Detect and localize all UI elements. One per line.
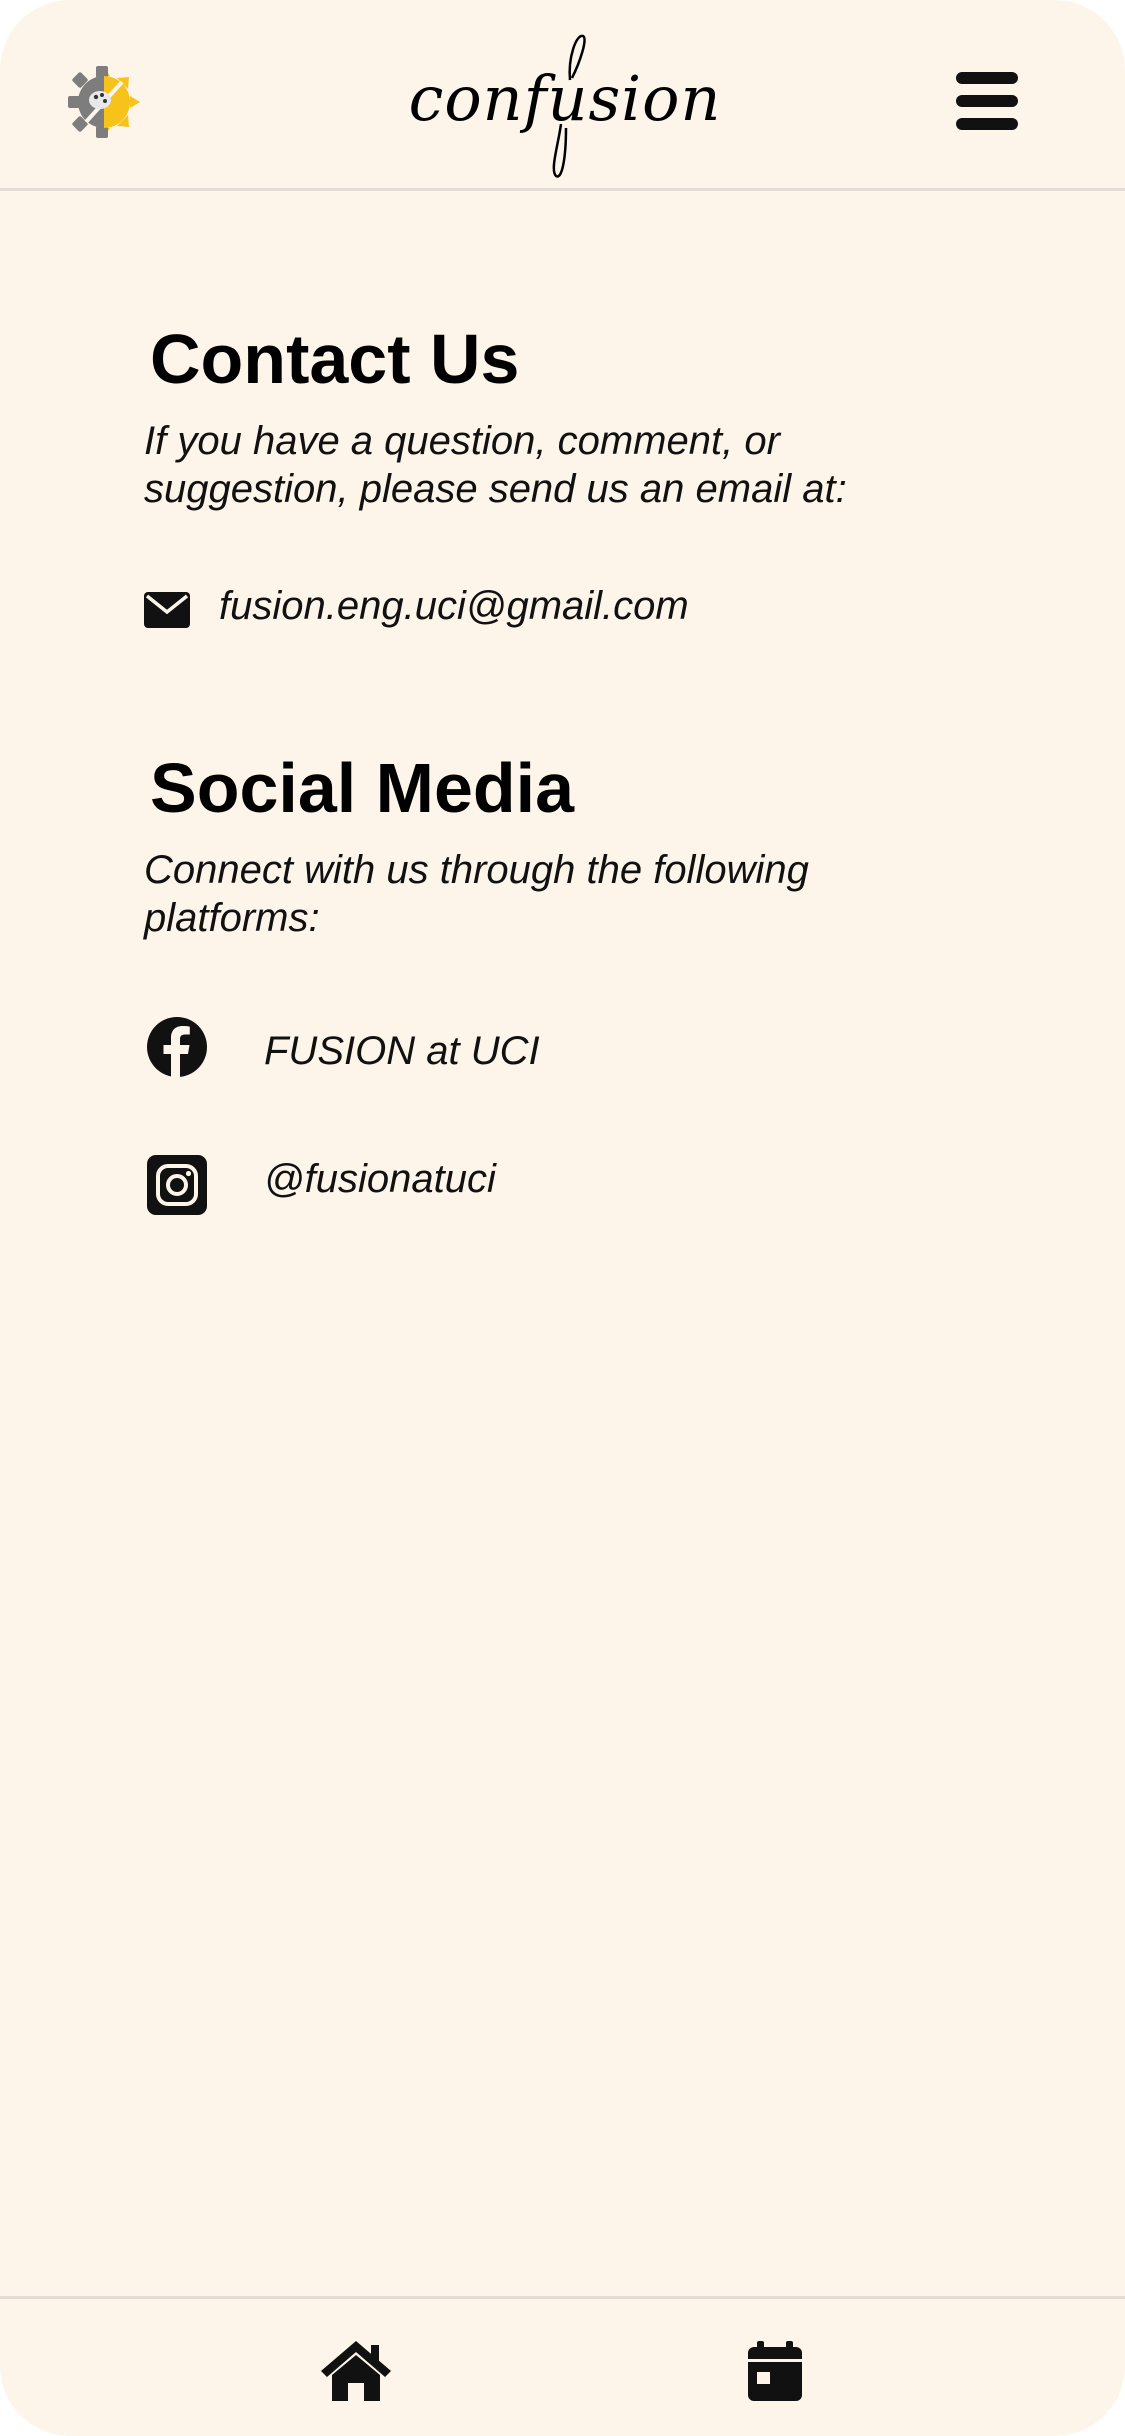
instagram-link[interactable]: @fusionatuci [264, 1155, 496, 1203]
bottom-nav [0, 2296, 1125, 2436]
app-header: confusion [0, 0, 1125, 191]
app-screen: confusion Contact Us If you have a quest… [0, 0, 1125, 2436]
email-link[interactable]: fusion.eng.uci@gmail.com [219, 582, 689, 630]
home-icon[interactable] [319, 2339, 393, 2403]
social-description: Connect with us through the following pl… [144, 848, 809, 940]
envelope-icon [144, 592, 190, 628]
hamburger-menu-icon[interactable] [954, 68, 1020, 134]
social-title: Social Media [150, 749, 575, 827]
facebook-icon[interactable] [146, 1016, 208, 1078]
gear-sun-logo-icon[interactable] [66, 64, 142, 140]
contact-description: If you have a question, comment, or sugg… [144, 419, 847, 511]
instagram-icon[interactable] [146, 1154, 208, 1216]
calendar-icon[interactable] [746, 2339, 804, 2403]
brand-logo: confusion [400, 28, 730, 178]
contact-title: Contact Us [150, 320, 520, 398]
brand-name: confusion [409, 62, 722, 135]
facebook-link[interactable]: FUSION at UCI [264, 1027, 540, 1075]
